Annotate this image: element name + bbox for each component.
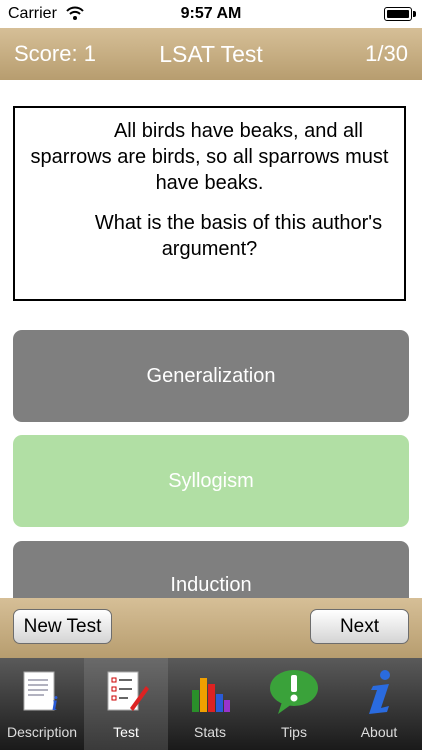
answer-label: Generalization bbox=[146, 364, 276, 387]
answer-option-generalization[interactable]: Generalization bbox=[13, 330, 409, 422]
answer-label: Syllogism bbox=[168, 469, 254, 492]
answer-option-syllogism[interactable]: Syllogism bbox=[13, 435, 409, 527]
tab-about[interactable]: About bbox=[336, 658, 422, 750]
question-box: All birds have beaks, and all sparrows a… bbox=[13, 106, 406, 301]
tab-test[interactable]: Test bbox=[84, 658, 168, 750]
status-time: 9:57 AM bbox=[180, 5, 242, 22]
question-prompt: What is the basis of this author's argum… bbox=[94, 212, 383, 260]
tab-label: Stats bbox=[194, 724, 226, 740]
header-bar: Score: 1 LSAT Test 1/30 bbox=[0, 28, 422, 80]
bar-chart-icon bbox=[186, 668, 234, 719]
tab-tips[interactable]: Tips bbox=[252, 658, 336, 750]
page-title: LSAT Test bbox=[159, 41, 263, 67]
document-info-icon: i bbox=[18, 668, 66, 719]
status-bar: Carrier 9:57 AM bbox=[0, 0, 422, 28]
new-test-button[interactable]: New Test bbox=[13, 609, 112, 644]
next-button[interactable]: Next bbox=[310, 609, 409, 644]
svg-text:i: i bbox=[52, 693, 58, 715]
tab-label: Tips bbox=[281, 724, 307, 740]
question-progress: 1/30 bbox=[365, 41, 408, 66]
tab-bar: i Description Test Stats Tips About bbox=[0, 658, 422, 750]
tab-stats[interactable]: Stats bbox=[168, 658, 252, 750]
tab-label: Test bbox=[113, 724, 139, 740]
action-bar: New Test Next bbox=[0, 598, 422, 658]
battery-icon bbox=[384, 7, 416, 21]
question-premise: All birds have beaks, and all sparrows a… bbox=[30, 120, 389, 194]
tab-label: Description bbox=[6, 724, 78, 740]
answer-label: Induction bbox=[170, 574, 252, 596]
tab-label: About bbox=[360, 724, 398, 740]
tab-description[interactable]: i Description bbox=[0, 658, 84, 750]
checklist-icon bbox=[102, 668, 150, 719]
info-icon bbox=[359, 668, 399, 719]
speech-bubble-icon bbox=[268, 668, 320, 719]
